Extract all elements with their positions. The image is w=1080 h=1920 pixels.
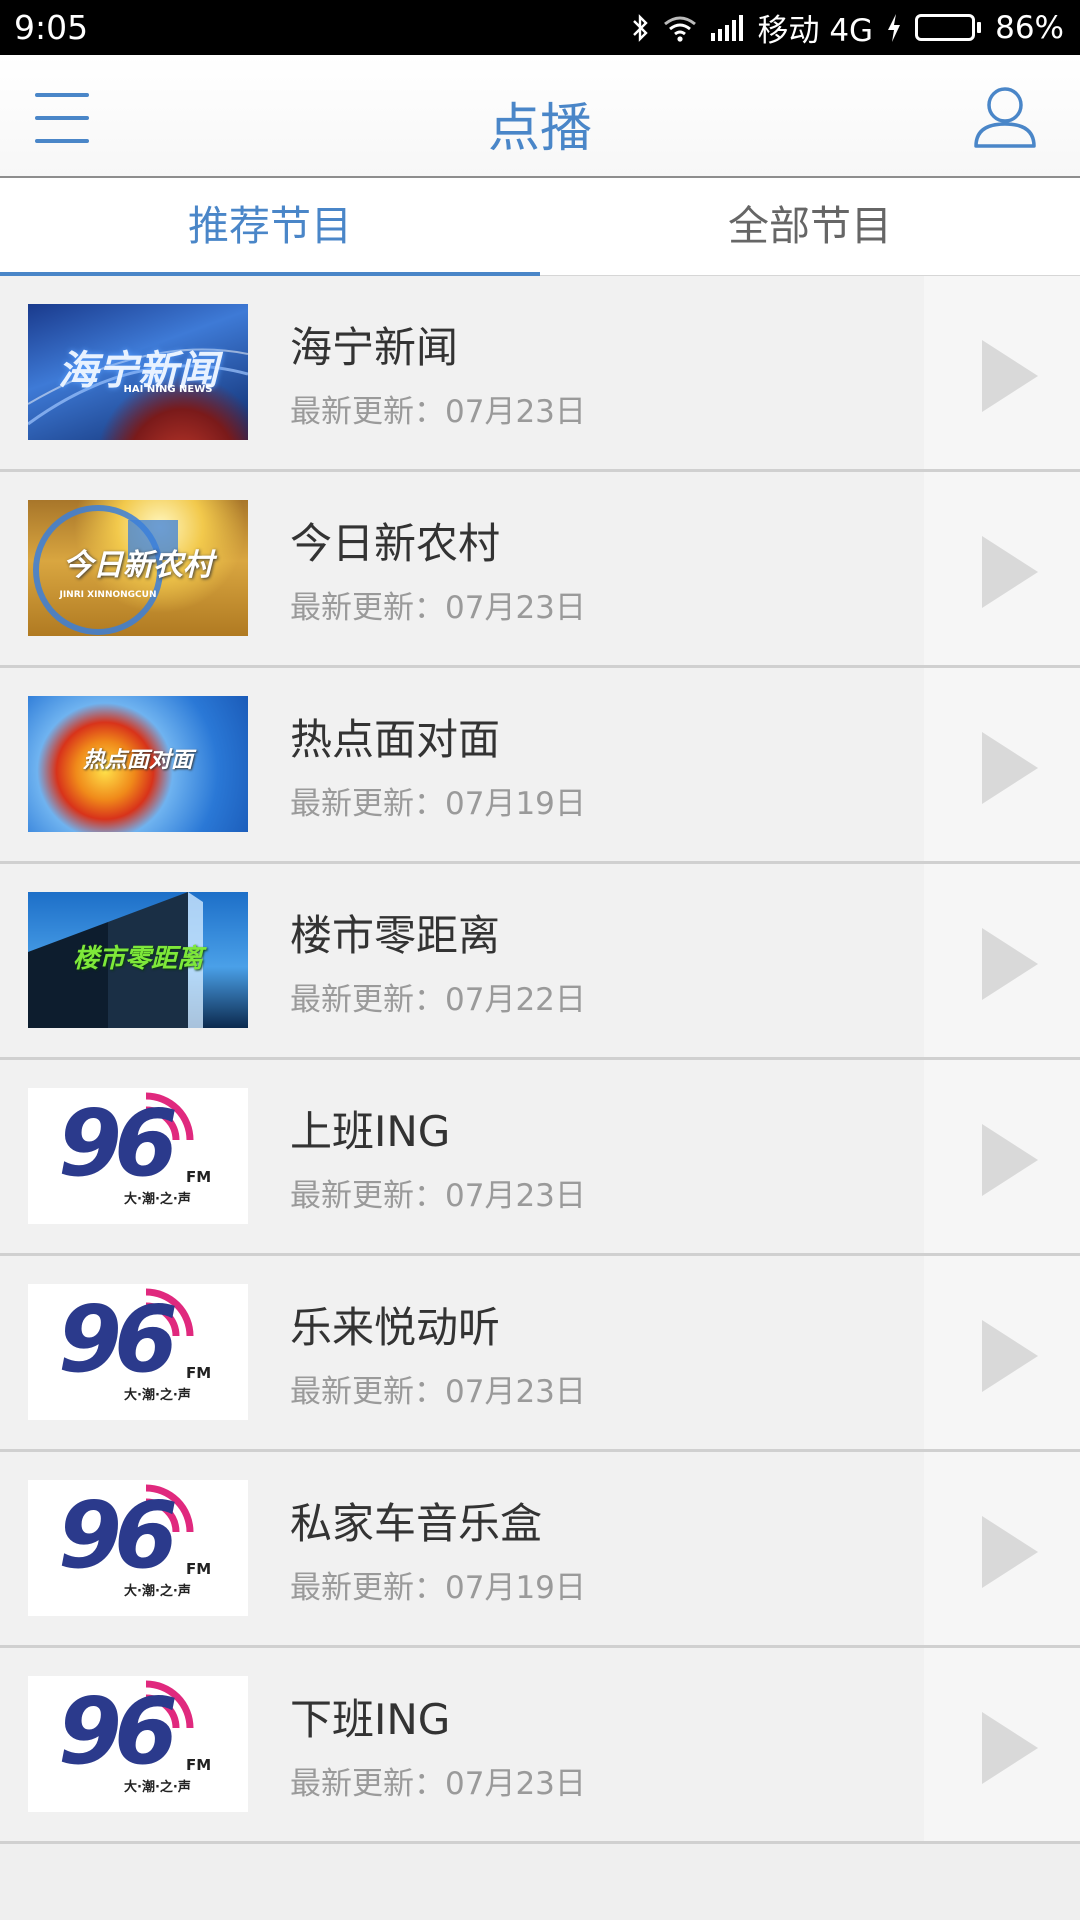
play-icon (982, 340, 1038, 412)
list-item[interactable]: 海宁新闻 HAI NING NEWS 海宁新闻 最新更新：07月23日 (0, 276, 1080, 472)
program-update-date: 最新更新：07月22日 (290, 982, 586, 1018)
play-icon (982, 536, 1038, 608)
thumbnail-subcaption: JINRI XINNONGCUN (59, 590, 157, 600)
page-title: 点播 (487, 99, 592, 159)
program-update-date: 最新更新：07月19日 (290, 1570, 586, 1606)
program-list: 海宁新闻 HAI NING NEWS 海宁新闻 最新更新：07月23日 今日新农… (0, 276, 1080, 1844)
program-thumbnail: 今日新农村 JINRI XINNONGCUN (28, 500, 248, 636)
program-title: 下班ING (290, 1695, 451, 1744)
thumbnail-subcaption: 大·潮·之·声 (124, 1584, 191, 1599)
play-button[interactable] (924, 276, 1080, 469)
list-item[interactable]: 96 FM 大·潮·之·声 上班ING 最新更新：07月23日 (0, 1060, 1080, 1256)
play-icon (982, 1320, 1038, 1392)
app-bar: 点播 (0, 55, 1080, 178)
thumbnail-subcaption: 大·潮·之·声 (124, 1388, 191, 1403)
thumbnail-subcaption: 大·潮·之·声 (124, 1780, 191, 1795)
thumbnail-caption: 96 (58, 1286, 178, 1393)
thumbnail-caption: 96 (58, 1090, 178, 1197)
signal-icon (711, 14, 744, 41)
battery-icon (915, 14, 982, 41)
bluetooth-icon (631, 13, 649, 43)
thumbnail-caption: 今日新农村 (63, 548, 213, 583)
status-icons: 移动 4G 86% (631, 0, 1064, 55)
play-button[interactable] (924, 1648, 1080, 1841)
program-thumbnail: 96 FM 大·潮·之·声 (28, 1088, 248, 1224)
thumbnail-caption: 96 (58, 1678, 178, 1785)
play-icon (982, 732, 1038, 804)
status-time: 9:05 (14, 8, 89, 47)
program-update-date: 最新更新：07月23日 (290, 1766, 586, 1802)
list-item[interactable]: 96 FM 大·潮·之·声 下班ING 最新更新：07月23日 (0, 1648, 1080, 1844)
program-update-date: 最新更新：07月23日 (290, 590, 586, 626)
play-icon (982, 928, 1038, 1000)
tab-recommended[interactable]: 推荐节目 (0, 178, 540, 276)
list-item[interactable]: 热点面对面 热点面对面 最新更新：07月19日 (0, 668, 1080, 864)
thumbnail-subcaption: HAI NING NEWS (123, 384, 213, 395)
program-title: 楼市零距离 (290, 911, 501, 960)
play-button[interactable] (924, 864, 1080, 1057)
user-profile-icon[interactable] (972, 84, 1038, 150)
program-title: 上班ING (290, 1107, 451, 1156)
charging-icon (887, 13, 901, 42)
program-thumbnail: 96 FM 大·潮·之·声 (28, 1284, 248, 1420)
play-button[interactable] (924, 1452, 1080, 1645)
play-button[interactable] (924, 1060, 1080, 1253)
program-title: 乐来悦动听 (290, 1303, 501, 1352)
program-title: 海宁新闻 (290, 323, 459, 372)
program-title: 今日新农村 (290, 519, 501, 568)
list-item[interactable]: 96 FM 大·潮·之·声 乐来悦动听 最新更新：07月23日 (0, 1256, 1080, 1452)
thumbnail-caption: 96 (58, 1482, 178, 1589)
status-bar: 9:05 移动 4G 86% (0, 0, 1080, 55)
program-thumbnail: 热点面对面 (28, 696, 248, 832)
play-icon (982, 1124, 1038, 1196)
list-item[interactable]: 96 FM 大·潮·之·声 私家车音乐盒 最新更新：07月19日 (0, 1452, 1080, 1648)
program-update-date: 最新更新：07月23日 (290, 394, 586, 430)
thumbnail-fm: FM (186, 1560, 212, 1578)
thumbnail-subcaption: 大·潮·之·声 (124, 1192, 191, 1207)
program-thumbnail: 96 FM 大·潮·之·声 (28, 1480, 248, 1616)
program-title: 私家车音乐盒 (290, 1499, 543, 1548)
carrier-label: 移动 4G (757, 13, 874, 49)
tab-bar: 推荐节目 全部节目 (0, 178, 1080, 276)
thumbnail-caption: 楼市零距离 (72, 944, 203, 974)
list-item[interactable]: 今日新农村 JINRI XINNONGCUN 今日新农村 最新更新：07月23日 (0, 472, 1080, 668)
program-update-date: 最新更新：07月23日 (290, 1178, 586, 1214)
play-button[interactable] (924, 668, 1080, 861)
program-thumbnail: 96 FM 大·潮·之·声 (28, 1676, 248, 1812)
thumbnail-fm: FM (186, 1364, 212, 1382)
play-button[interactable] (924, 1256, 1080, 1449)
play-button[interactable] (924, 472, 1080, 665)
wifi-icon (663, 14, 697, 42)
thumbnail-fm: FM (186, 1168, 212, 1186)
battery-percent: 86% (995, 9, 1064, 46)
thumbnail-caption: 热点面对面 (82, 748, 193, 773)
tab-all-programs[interactable]: 全部节目 (540, 178, 1080, 275)
program-update-date: 最新更新：07月19日 (290, 786, 586, 822)
program-thumbnail: 楼市零距离 (28, 892, 248, 1028)
program-thumbnail: 海宁新闻 HAI NING NEWS (28, 304, 248, 440)
program-title: 热点面对面 (290, 715, 501, 764)
play-icon (982, 1712, 1038, 1784)
play-icon (982, 1516, 1038, 1588)
thumbnail-fm: FM (186, 1756, 212, 1774)
program-update-date: 最新更新：07月23日 (290, 1374, 586, 1410)
list-item[interactable]: 楼市零距离 楼市零距离 最新更新：07月22日 (0, 864, 1080, 1060)
